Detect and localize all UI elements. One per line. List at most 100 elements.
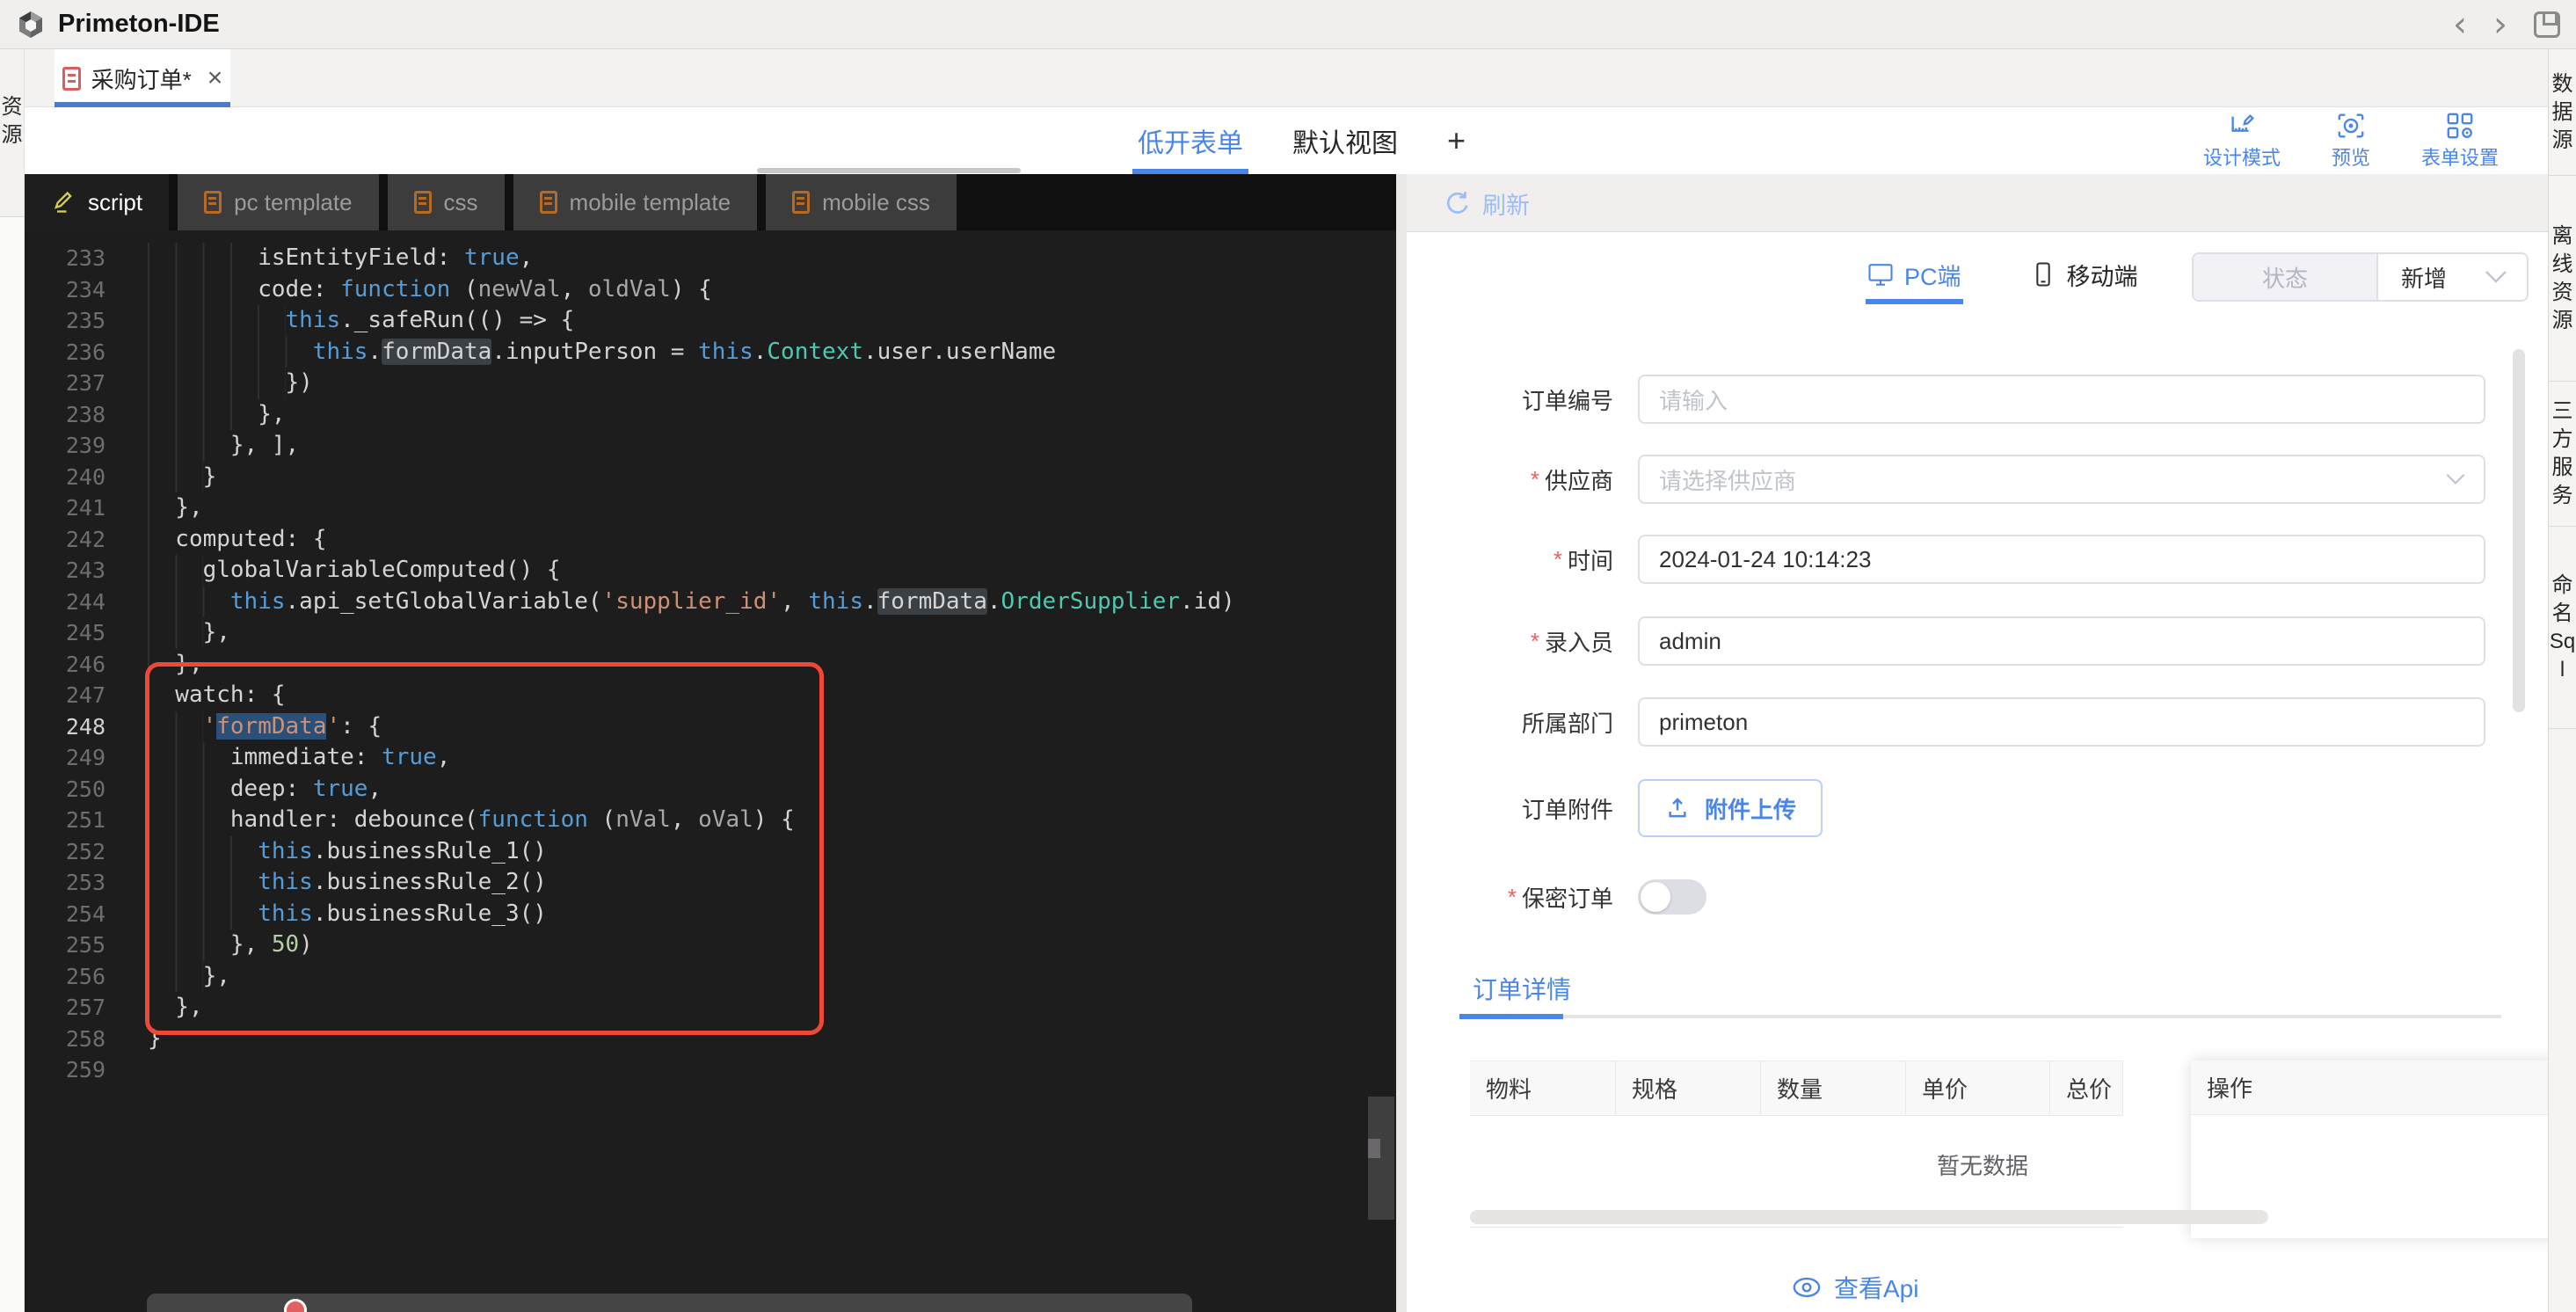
code-line: 252 this.businessRule_1() [25, 835, 1396, 867]
indent-guides [148, 492, 176, 524]
indent-guides [148, 336, 313, 368]
editor-tab-label: css [443, 188, 478, 215]
preview-button[interactable]: 预览 [2332, 111, 2370, 171]
preview-vertical-scrollbar[interactable] [2513, 349, 2525, 712]
add-view-button[interactable]: + [1447, 107, 1466, 174]
line-number: 251 [65, 807, 106, 833]
toggle-switch[interactable] [1638, 879, 1706, 915]
tab-mobile[interactable]: 移动端 [2030, 232, 2138, 317]
line-number: 240 [65, 463, 106, 490]
editor-horizontal-scrollbar[interactable] [757, 168, 1021, 173]
code-line: 239}, ], [25, 430, 1396, 462]
field-label: * 时间 [1407, 535, 1613, 584]
refresh-icon [1444, 189, 1472, 217]
document-tab-strip: 采购订单* × [25, 49, 2548, 107]
code-line: 259 [25, 1054, 1396, 1086]
line-number: 238 [65, 401, 106, 427]
code-line: 244 this.api_setGlobalVariable('supplier_… [25, 586, 1396, 617]
line-number: 256 [65, 963, 106, 989]
field-label-text: 保密订单 [1521, 885, 1613, 912]
upload-button-label: 附件上传 [1705, 796, 1797, 823]
rail-item-label: 三方服务 [2551, 399, 2573, 507]
form-field-订单编号: 订单编号 请输入 [1407, 375, 2548, 424]
preview-label: 预览 [2331, 147, 2370, 169]
rail-item-label: 离线资源 [2551, 223, 2573, 332]
code-line-text: }, [148, 617, 230, 649]
editor-tab-css[interactable]: css [387, 174, 505, 230]
chevron-down-icon [2485, 270, 2507, 284]
editor-vertical-scrollbar[interactable] [1368, 1097, 1394, 1220]
view-api-link[interactable]: 查看Api [1792, 1270, 1918, 1305]
form-field-保密订单: * 保密订单 [1407, 879, 2548, 915]
resources-label: 资源 [1, 95, 23, 147]
text-input[interactable]: primeton [1638, 697, 2485, 747]
back-icon[interactable]: ‹ [2453, 7, 2467, 42]
code-line-text: }, [148, 398, 286, 430]
notification-dot-icon [284, 1299, 307, 1312]
close-icon[interactable]: × [207, 63, 223, 93]
indent-guides [148, 742, 230, 774]
refresh-button[interactable]: 刷新 [1444, 174, 1530, 232]
upload-icon [1664, 795, 1691, 821]
sidebar-item-resources[interactable]: 资源 [0, 49, 24, 217]
tab-purchase-order[interactable]: 采购订单* × [55, 49, 230, 107]
code-line: 245}, [25, 617, 1396, 649]
indent-guides [148, 461, 203, 492]
app-title: Primeton-IDE [58, 10, 220, 38]
tab-pc-label: PC端 [1904, 263, 1961, 290]
code-line-text: 'formData': { [148, 711, 382, 742]
section-divider-accent [1459, 1014, 1563, 1019]
text-input[interactable]: 请输入 [1638, 375, 2485, 424]
toggle-knob [1641, 882, 1670, 912]
line-number: 233 [65, 245, 106, 271]
field-placeholder: 请选择供应商 [1659, 467, 1797, 494]
code-line: 240} [25, 461, 1396, 492]
code-line-text: }, [148, 960, 230, 992]
save-icon[interactable] [2534, 11, 2560, 38]
monitor-icon [1867, 261, 1894, 288]
sidebar-item-数据源[interactable]: 数据源 [2549, 49, 2576, 176]
document-tab-label: 采购订单* [91, 66, 192, 93]
form-file-icon [62, 66, 81, 91]
form-settings-button[interactable]: 表单设置 [2421, 111, 2499, 171]
view-tab-低开表单[interactable]: 低开表单 [1132, 107, 1248, 174]
tab-pc[interactable]: PC端 [1866, 232, 1963, 317]
sidebar-item-离线资源[interactable]: 离线资源 [2549, 176, 2576, 382]
view-tab-默认视图[interactable]: 默认视图 [1292, 107, 1398, 174]
code-line-text: }, ], [148, 430, 299, 462]
design-mode-button[interactable]: 设计模式 [2203, 111, 2281, 171]
device-tabs: PC端 移动端 [1866, 232, 2138, 317]
field-label-text: 所属部门 [1521, 710, 1613, 737]
upload-button[interactable]: 附件上传 [1638, 779, 1823, 837]
field-label: 所属部门 [1407, 697, 1613, 747]
indent-guides [148, 617, 203, 649]
indent-guides [148, 555, 203, 587]
text-input[interactable]: admin [1638, 616, 2485, 666]
status-select[interactable]: 新增 [2378, 254, 2527, 300]
editor-tabs: script pc template css mobile template mobil… [25, 174, 1396, 230]
editor-tab-label: pc template [234, 188, 353, 215]
sidebar-item-三方服务[interactable]: 三方服务 [2549, 382, 2576, 527]
sidebar-item-命名sql[interactable]: 命名Sql [2549, 527, 2576, 729]
code-line-text: }, [148, 648, 203, 680]
form-field-订单附件: 订单附件 附件上传 [1407, 779, 2548, 837]
app-root: Primeton-IDE ‹ › 采购订单* × 资源 数据源离线资源三方服务命… [0, 0, 2576, 1312]
indent-guides [148, 773, 230, 805]
editor-tab-pc-template[interactable]: pc template [178, 174, 379, 230]
forward-icon[interactable]: › [2493, 7, 2507, 42]
editor-tab-script[interactable]: script [25, 174, 170, 230]
line-number: 247 [65, 682, 106, 708]
document-icon [539, 191, 557, 214]
tab-mobile-label: 移动端 [2066, 263, 2138, 290]
table-horizontal-scrollbar[interactable] [1470, 1210, 2268, 1224]
editor-tab-mobile-css[interactable]: mobile css [766, 174, 957, 230]
indent-guides [148, 368, 286, 399]
select-field[interactable]: 请选择供应商 [1638, 455, 2485, 504]
indent-guides [148, 430, 230, 462]
code-line: 246}, [25, 648, 1396, 680]
text-input[interactable]: 2024-01-24 10:14:23 [1638, 535, 2485, 584]
editor-tab-mobile-template[interactable]: mobile template [513, 174, 758, 230]
code-line: 238}, [25, 398, 1396, 430]
code-area[interactable]: 233 isEntityField: true, 234 code: function… [25, 230, 1396, 1312]
field-value: 2024-01-24 10:14:23 [1659, 545, 1872, 572]
